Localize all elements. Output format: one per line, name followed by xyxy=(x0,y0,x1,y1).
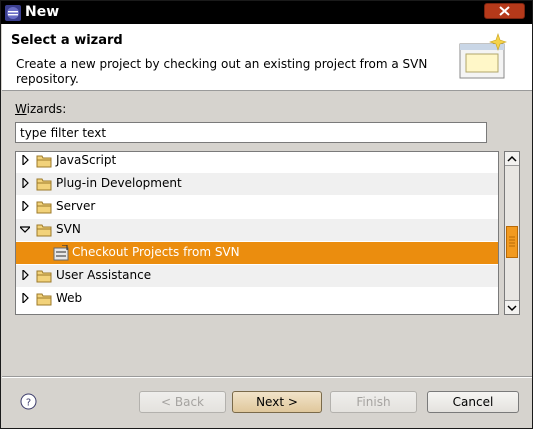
page-description: Create a new project by checking out an … xyxy=(16,57,428,86)
collapse-arrow-icon[interactable] xyxy=(20,225,30,235)
svn-checkout-icon xyxy=(53,245,69,261)
close-icon xyxy=(499,6,510,16)
wizard-tree[interactable]: JavaScript Plug-in Development Server SV… xyxy=(15,151,499,315)
finish-button[interactable]: Finish xyxy=(330,391,417,413)
tree-item-user-assistance[interactable]: User Assistance xyxy=(16,265,498,287)
wizards-label-text: izards: xyxy=(26,102,67,116)
folder-icon xyxy=(36,155,52,168)
wizards-label-mnemonic: W xyxy=(15,102,27,116)
tree-item-server[interactable]: Server xyxy=(16,196,498,218)
next-button[interactable]: Next > xyxy=(232,391,322,413)
back-label: < Back xyxy=(160,395,204,409)
folder-icon xyxy=(36,178,52,191)
wizard-header: Select a wizard Create a new project by … xyxy=(2,24,532,91)
tree-item-label: User Assistance xyxy=(56,268,152,282)
tree-item-label: JavaScript xyxy=(56,153,117,167)
scroll-up-button[interactable] xyxy=(505,152,519,166)
expand-arrow-icon[interactable] xyxy=(21,155,31,165)
grip-icon xyxy=(509,236,515,247)
tree-item-label: Web xyxy=(56,291,83,305)
expand-arrow-icon[interactable] xyxy=(21,270,31,280)
cancel-button[interactable]: Cancel xyxy=(427,391,519,413)
expand-arrow-icon[interactable] xyxy=(21,293,31,303)
back-button[interactable]: B< Back xyxy=(139,391,226,413)
next-label: Next > xyxy=(256,395,298,409)
folder-icon xyxy=(36,270,52,283)
new-wizard-banner-icon xyxy=(459,33,507,79)
close-button[interactable] xyxy=(484,3,525,19)
scroll-down-button[interactable] xyxy=(505,300,519,314)
tree-item-javascript[interactable]: JavaScript xyxy=(16,152,498,172)
folder-icon xyxy=(36,201,52,214)
tree-item-label: Plug-in Development xyxy=(56,176,182,190)
page-title: Select a wizard xyxy=(11,33,123,48)
chevron-up-icon xyxy=(507,155,517,162)
tree-item-label: SVN xyxy=(56,222,81,236)
tree-item-svn[interactable]: SVN xyxy=(16,219,498,241)
cancel-label: Cancel xyxy=(452,395,494,409)
tree-item-web[interactable]: Web xyxy=(16,288,498,310)
svg-text:?: ? xyxy=(26,398,31,409)
tree-item-plugin-development[interactable]: Plug-in Development xyxy=(16,173,498,195)
new-dialog: New Select a wizard Create a new project… xyxy=(0,0,533,429)
chevron-down-icon xyxy=(507,305,517,312)
expand-arrow-icon[interactable] xyxy=(21,201,31,211)
tree-scrollbar[interactable] xyxy=(504,151,520,315)
scroll-thumb[interactable] xyxy=(506,226,518,258)
tree-item-checkout-projects-from-svn[interactable]: Checkout Projects from SVN xyxy=(16,242,498,264)
folder-icon xyxy=(36,224,52,237)
folder-icon xyxy=(36,293,52,306)
help-icon[interactable]: ? xyxy=(20,393,37,410)
window-title: New xyxy=(25,4,60,20)
finish-label: Finish xyxy=(356,395,391,409)
eclipse-icon xyxy=(5,5,21,21)
tree-item-label: Checkout Projects from SVN xyxy=(72,245,240,259)
tree-item-label: Server xyxy=(56,199,96,213)
title-bar[interactable]: New xyxy=(1,1,532,24)
wizards-label: Wizards: xyxy=(15,102,66,116)
button-bar-separator xyxy=(2,376,532,378)
filter-input[interactable] xyxy=(15,122,487,143)
expand-arrow-icon[interactable] xyxy=(21,178,31,188)
